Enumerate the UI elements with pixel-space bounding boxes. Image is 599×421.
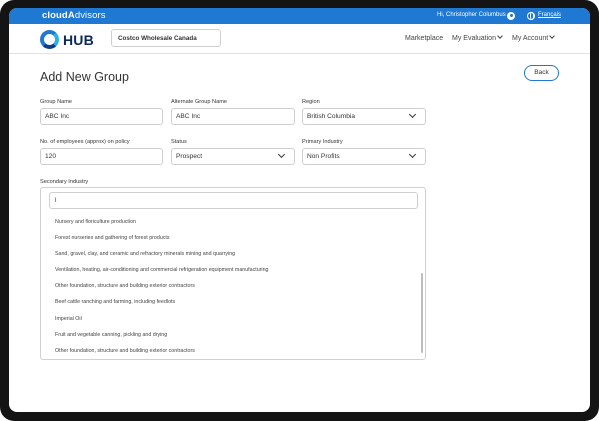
company-selector[interactable]: Costco Wholesale Canada bbox=[111, 29, 221, 47]
region-value: British Columbia bbox=[307, 113, 356, 120]
status-select[interactable]: Prospect bbox=[171, 148, 295, 165]
industry-option[interactable]: Ventilation, heating, air-conditioning a… bbox=[55, 267, 268, 273]
secondary-industry-label: Secondary Industry bbox=[40, 179, 89, 185]
alt-group-name-value: ABC Inc bbox=[176, 113, 201, 120]
main-nav: HUB Costco Wholesale Canada Marketplace … bbox=[9, 24, 590, 54]
back-button[interactable]: Back bbox=[524, 65, 559, 81]
nav-my-account[interactable]: My Account bbox=[512, 33, 556, 42]
globe-icon bbox=[527, 12, 535, 20]
brand-a: A bbox=[67, 10, 75, 21]
cloudadvisors-logo: cloudAdvisors bbox=[42, 10, 106, 21]
user-avatar-icon[interactable] bbox=[507, 12, 515, 20]
hub-logo[interactable]: HUB bbox=[40, 30, 94, 49]
user-greeting: Hi, Christopher Columbus bbox=[437, 12, 506, 18]
region-select[interactable]: British Columbia bbox=[302, 108, 426, 125]
group-name-input[interactable]: ABC Inc bbox=[40, 108, 163, 125]
employees-input[interactable]: 120 bbox=[40, 148, 163, 165]
nav-my-evaluation-label: My Evaluation bbox=[452, 35, 496, 42]
chevron-down-icon bbox=[549, 33, 556, 39]
secondary-industry-search-input[interactable]: l bbox=[49, 192, 418, 209]
region-label: Region bbox=[302, 99, 320, 105]
page-title: Add New Group bbox=[40, 70, 129, 84]
top-bar: cloudAdvisors Hi, Christopher Columbus F… bbox=[9, 8, 590, 24]
primary-industry-value: Non Profits bbox=[307, 153, 340, 160]
group-name-value: ABC Inc bbox=[45, 113, 70, 120]
secondary-industry-dropdown: l Nursery and floriculture production Fo… bbox=[40, 187, 426, 360]
chevron-down-icon bbox=[277, 150, 286, 159]
nav-my-account-label: My Account bbox=[512, 35, 549, 42]
brand-light: dvisors bbox=[74, 10, 106, 21]
industry-option[interactable]: Other foundation, structure and building… bbox=[55, 283, 195, 289]
primary-industry-select[interactable]: Non Profits bbox=[302, 148, 426, 165]
status-value: Prospect bbox=[176, 153, 203, 160]
hub-logo-text: HUB bbox=[63, 31, 94, 48]
language-link[interactable]: Français bbox=[538, 12, 561, 18]
industry-option[interactable]: Fruit and vegetable canning, pickling an… bbox=[55, 332, 167, 338]
alt-group-name-input[interactable]: ABC Inc bbox=[171, 108, 295, 125]
employees-value: 120 bbox=[45, 153, 57, 160]
search-value: l bbox=[55, 197, 57, 204]
group-name-label: Group Name bbox=[40, 99, 73, 105]
industry-option[interactable]: Imperial Oil bbox=[55, 316, 82, 322]
status-label: Status bbox=[171, 139, 187, 145]
nav-marketplace-label: Marketplace bbox=[405, 35, 444, 42]
nav-marketplace[interactable]: Marketplace bbox=[405, 35, 443, 42]
industry-option[interactable]: Beef cattle ranching and farming, includ… bbox=[55, 299, 175, 305]
app-screen: cloudAdvisors Hi, Christopher Columbus F… bbox=[9, 8, 590, 412]
dropdown-scrollbar[interactable] bbox=[421, 273, 423, 353]
device-frame: cloudAdvisors Hi, Christopher Columbus F… bbox=[0, 0, 599, 421]
chevron-down-icon bbox=[408, 110, 417, 119]
employees-label: No. of employees (approx) on policy bbox=[40, 139, 130, 145]
chevron-down-icon bbox=[497, 33, 503, 39]
nav-my-evaluation[interactable]: My Evaluation bbox=[452, 33, 503, 42]
chevron-down-icon bbox=[408, 150, 417, 159]
brand-bold: cloud bbox=[42, 10, 68, 21]
industry-option[interactable]: Forest nurseries and gathering of forest… bbox=[55, 235, 170, 241]
industry-option[interactable]: Nursery and floriculture production bbox=[55, 219, 136, 225]
alt-group-name-label: Alternate Group Name bbox=[171, 99, 227, 105]
industry-option[interactable]: Sand, gravel, clay, and ceramic and refr… bbox=[55, 251, 235, 257]
primary-industry-label: Primary Industry bbox=[302, 139, 343, 145]
hub-logo-ring-icon bbox=[40, 30, 59, 49]
industry-option[interactable]: Other foundation, structure and building… bbox=[55, 348, 195, 354]
